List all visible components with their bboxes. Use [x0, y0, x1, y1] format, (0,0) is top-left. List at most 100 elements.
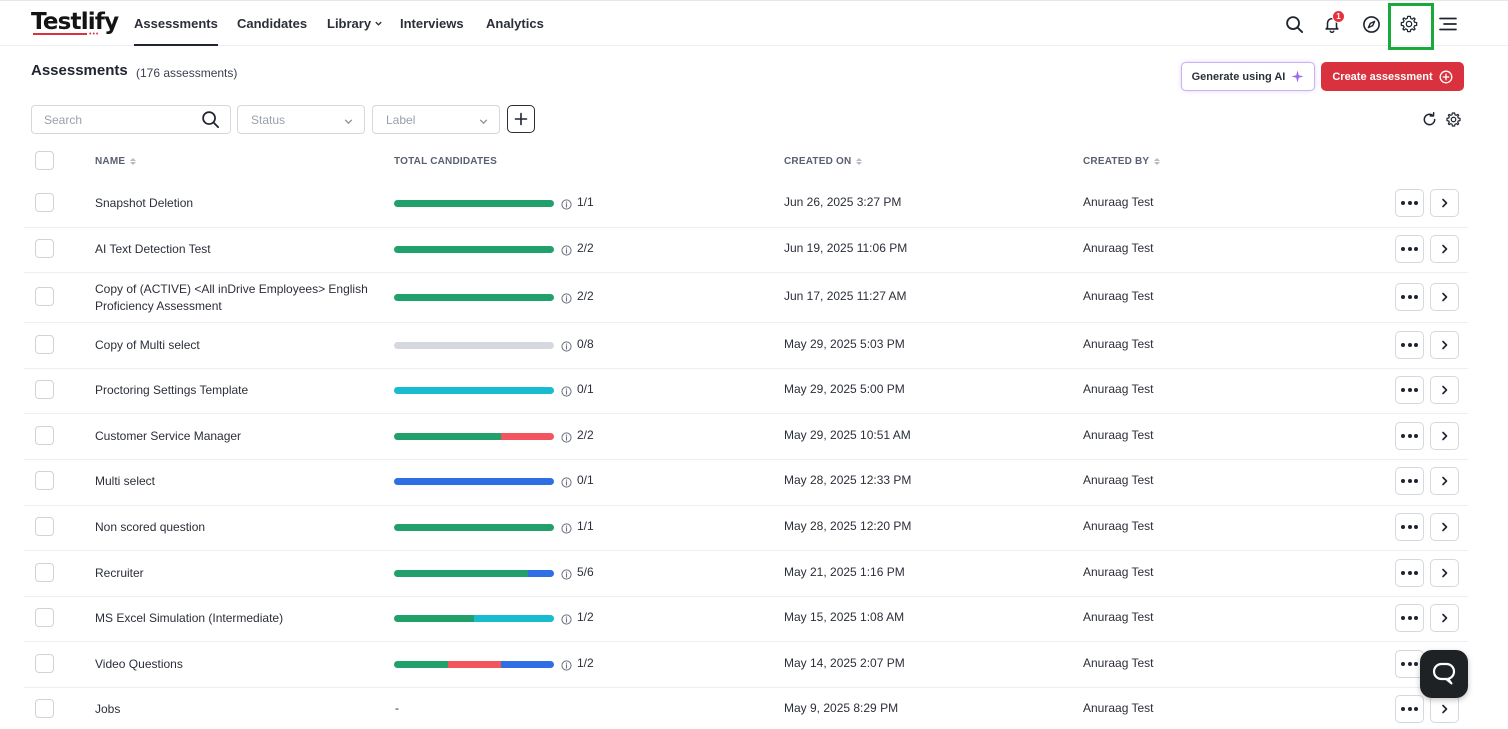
info-icon[interactable]	[561, 475, 572, 493]
row-more-options-button[interactable]	[1395, 235, 1424, 263]
assessment-name-link[interactable]: Snapshot Deletion	[95, 195, 385, 212]
search-input[interactable]: Search	[31, 105, 231, 134]
row-checkbox[interactable]	[35, 335, 54, 354]
info-icon[interactable]	[561, 567, 572, 585]
nav-interviews[interactable]: Interviews	[400, 16, 464, 31]
sort-icon[interactable]	[130, 158, 137, 165]
dot-icon	[1414, 434, 1418, 438]
row-open-button[interactable]	[1430, 376, 1459, 404]
candidates-ratio: 1/2	[577, 656, 594, 670]
nav-assessments[interactable]: Assessments	[134, 16, 218, 46]
dot-icon	[1414, 571, 1418, 575]
column-header-name[interactable]: NAME	[95, 156, 137, 167]
search-icon[interactable]	[1283, 13, 1305, 35]
logo-underline	[33, 33, 87, 35]
row-checkbox[interactable]	[35, 471, 54, 490]
assessment-name-link[interactable]: Multi select	[95, 473, 385, 490]
assessment-name-link[interactable]: MS Excel Simulation (Intermediate)	[95, 610, 385, 627]
dot-icon	[1407, 343, 1412, 347]
assessment-name-link[interactable]: AI Text Detection Test	[95, 241, 385, 258]
row-open-button[interactable]	[1430, 189, 1459, 217]
row-checkbox[interactable]	[35, 699, 54, 718]
create-assessment-button[interactable]: Create assessment	[1321, 62, 1464, 91]
info-icon[interactable]	[561, 384, 572, 402]
row-checkbox[interactable]	[35, 287, 54, 306]
info-icon[interactable]	[561, 197, 572, 215]
nav-analytics[interactable]: Analytics	[486, 16, 544, 31]
row-more-options-button[interactable]	[1395, 189, 1424, 217]
assessment-name-link[interactable]: Customer Service Manager	[95, 428, 385, 445]
row-checkbox[interactable]	[35, 426, 54, 445]
row-open-button[interactable]	[1430, 513, 1459, 541]
dot-icon	[1407, 571, 1412, 575]
candidates-ratio: 2/2	[577, 241, 594, 255]
row-open-button[interactable]	[1430, 604, 1459, 632]
assessment-name-link[interactable]: Video Questions	[95, 656, 385, 673]
dot-icon	[1414, 707, 1418, 711]
testlify-logo[interactable]: Testlify	[31, 9, 119, 35]
menu-icon[interactable]	[1437, 13, 1459, 35]
row-open-button[interactable]	[1430, 235, 1459, 263]
column-header-created-by-label: CREATED BY	[1083, 156, 1150, 167]
select-all-checkbox[interactable]	[35, 151, 54, 170]
status-filter-select[interactable]: Status	[237, 105, 365, 134]
chevron-down-icon	[478, 114, 489, 132]
info-icon[interactable]	[561, 291, 572, 309]
candidates-ratio: 1/1	[577, 519, 594, 533]
row-open-button[interactable]	[1430, 331, 1459, 359]
assessment-name-link[interactable]: Copy of (ACTIVE) <All inDrive Employees>…	[95, 281, 385, 314]
add-label-button[interactable]	[507, 105, 535, 133]
row-more-options-button[interactable]	[1395, 331, 1424, 359]
assessment-name-link[interactable]: Jobs	[95, 701, 385, 718]
row-open-button[interactable]	[1430, 283, 1459, 311]
nav-library[interactable]: Library	[327, 16, 383, 31]
refresh-icon[interactable]	[1421, 111, 1438, 133]
table-settings-icon[interactable]	[1445, 111, 1462, 133]
row-checkbox[interactable]	[35, 380, 54, 399]
row-checkbox[interactable]	[35, 193, 54, 212]
assessment-name-link[interactable]: Non scored question	[95, 519, 385, 536]
dot-icon	[1401, 343, 1405, 347]
search-icon[interactable]	[201, 110, 220, 134]
row-open-button[interactable]	[1430, 422, 1459, 450]
info-icon[interactable]	[561, 612, 572, 630]
row-more-options-button[interactable]	[1395, 695, 1424, 723]
top-navbar: Testlify ••• Assessments Candidates Libr…	[0, 0, 1508, 50]
row-checkbox[interactable]	[35, 654, 54, 673]
row-more-options-button[interactable]	[1395, 376, 1424, 404]
row-checkbox[interactable]	[35, 563, 54, 582]
created-by-name: Anuraag Test	[1083, 382, 1154, 396]
sort-icon[interactable]	[1154, 158, 1161, 165]
row-checkbox[interactable]	[35, 608, 54, 627]
row-checkbox[interactable]	[35, 517, 54, 536]
info-icon[interactable]	[561, 521, 572, 539]
compass-icon[interactable]	[1360, 13, 1382, 35]
created-by-name: Anuraag Test	[1083, 519, 1154, 533]
row-more-options-button[interactable]	[1395, 422, 1424, 450]
assessment-name-link[interactable]: Copy of Multi select	[95, 337, 385, 354]
assessment-name-link[interactable]: Recruiter	[95, 565, 385, 582]
row-more-options-button[interactable]	[1395, 604, 1424, 632]
row-open-button[interactable]	[1430, 695, 1459, 723]
support-chat-button[interactable]	[1420, 650, 1468, 698]
row-open-button[interactable]	[1430, 467, 1459, 495]
created-on-date: Jun 26, 2025 3:27 PM	[784, 195, 902, 209]
info-icon[interactable]	[561, 430, 572, 448]
row-open-button[interactable]	[1430, 559, 1459, 587]
row-more-options-button[interactable]	[1395, 467, 1424, 495]
column-header-created-by[interactable]: CREATED BY	[1083, 156, 1161, 167]
label-filter-select[interactable]: Label	[372, 105, 500, 134]
dot-icon	[1414, 388, 1418, 392]
nav-candidates[interactable]: Candidates	[237, 16, 307, 31]
row-more-options-button[interactable]	[1395, 513, 1424, 541]
row-more-options-button[interactable]	[1395, 283, 1424, 311]
info-icon[interactable]	[561, 243, 572, 261]
column-header-created-on[interactable]: CREATED ON	[784, 156, 863, 167]
assessment-name-link[interactable]: Proctoring Settings Template	[95, 382, 385, 399]
row-more-options-button[interactable]	[1395, 559, 1424, 587]
row-checkbox[interactable]	[35, 239, 54, 258]
generate-using-ai-button[interactable]: Generate using AI	[1181, 62, 1315, 91]
info-icon[interactable]	[561, 658, 572, 676]
info-icon[interactable]	[561, 339, 572, 357]
sort-icon[interactable]	[856, 158, 863, 165]
